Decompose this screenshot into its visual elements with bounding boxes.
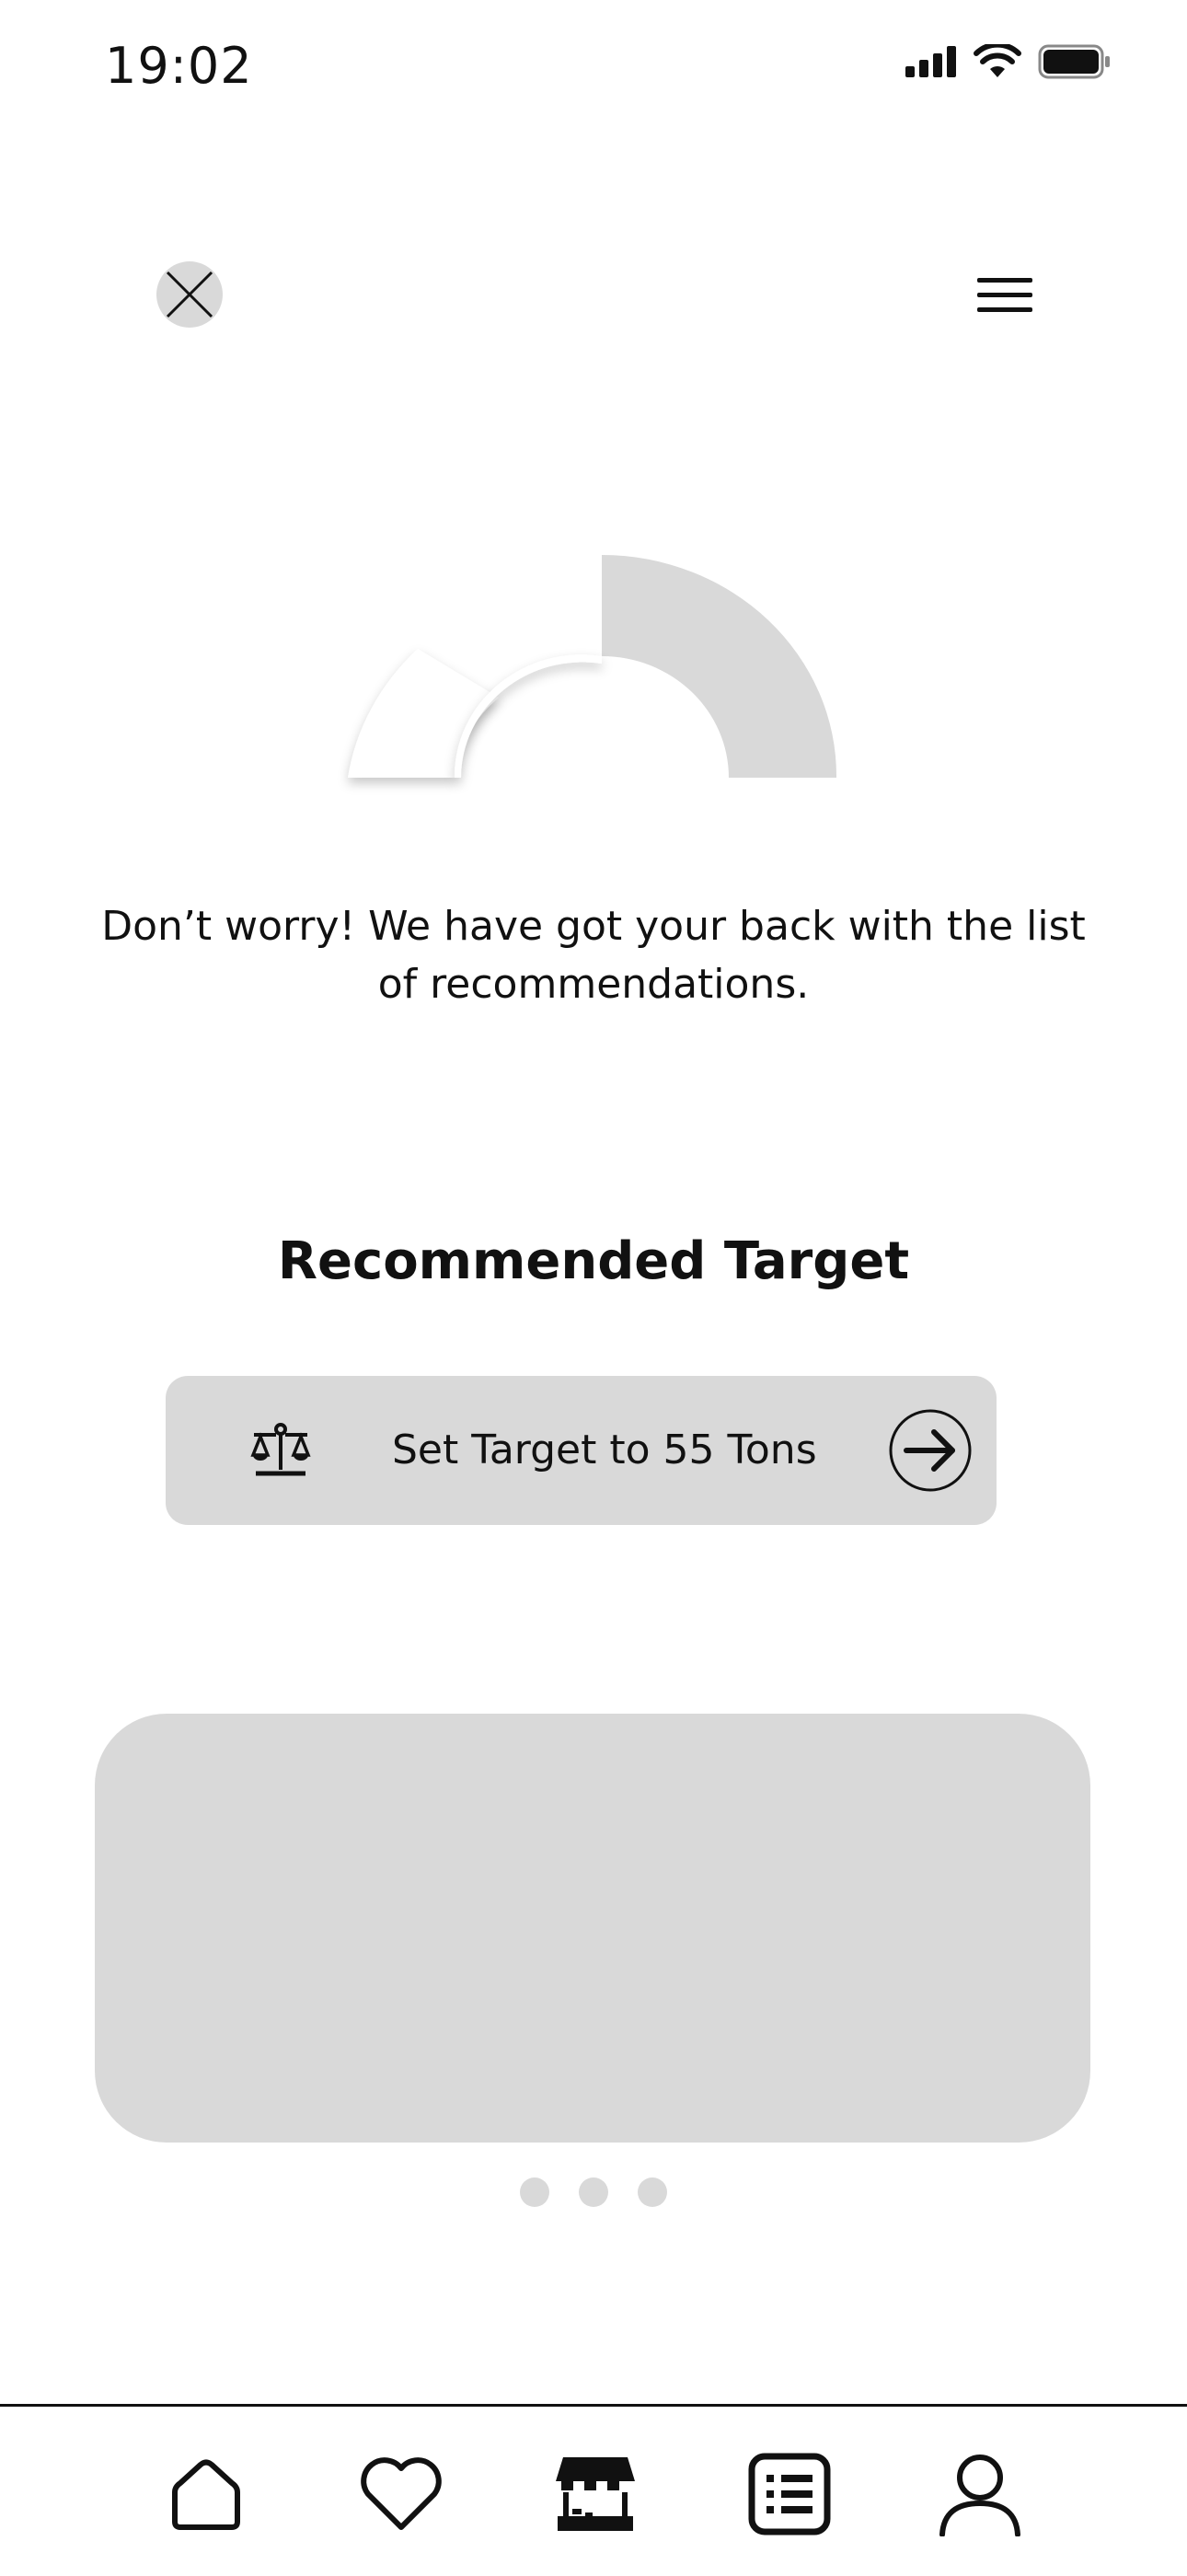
status-time: 19:02	[105, 37, 253, 95]
reassurance-message: Don’t worry! We have got your back with …	[101, 903, 1086, 1008]
arrow-right-circle-icon	[889, 1409, 972, 1492]
top-bar	[0, 248, 1187, 341]
tab-home[interactable]	[160, 2448, 252, 2540]
set-target-button[interactable]: Set Target to 55 Tons	[166, 1376, 997, 1525]
pager-dot[interactable]	[579, 2177, 608, 2207]
hamburger-menu-icon	[977, 278, 1032, 312]
tab-bar	[0, 2404, 1187, 2576]
close-button[interactable]	[156, 261, 223, 328]
store-icon	[556, 2457, 635, 2531]
recommended-target-title: Recommended Target	[277, 1231, 910, 1291]
heart-icon	[361, 2457, 442, 2530]
status-icons	[905, 44, 1112, 79]
status-bar: 19:02	[0, 0, 1187, 138]
home-icon	[172, 2459, 240, 2530]
close-icon	[166, 271, 213, 318]
scale-balance-icon	[250, 1423, 311, 1476]
list-icon	[748, 2453, 831, 2536]
tab-store[interactable]	[549, 2448, 641, 2540]
tab-favorites[interactable]	[355, 2448, 447, 2540]
progress-gauge	[331, 534, 856, 810]
user-icon	[939, 2455, 1020, 2536]
tab-list[interactable]	[743, 2448, 836, 2540]
gauge-grey-segment	[602, 555, 837, 778]
menu-button[interactable]	[974, 272, 1038, 318]
pager-dot[interactable]	[638, 2177, 667, 2207]
cellular-signal-icon	[905, 46, 956, 77]
carousel-card[interactable]	[95, 1714, 1090, 2143]
set-target-label: Set Target to 55 Tons	[392, 1427, 817, 1473]
pager-dot[interactable]	[520, 2177, 549, 2207]
wifi-icon	[974, 44, 1021, 77]
tab-profile[interactable]	[934, 2448, 1026, 2540]
carousel-pager	[0, 2177, 1187, 2207]
battery-icon	[1038, 44, 1110, 79]
